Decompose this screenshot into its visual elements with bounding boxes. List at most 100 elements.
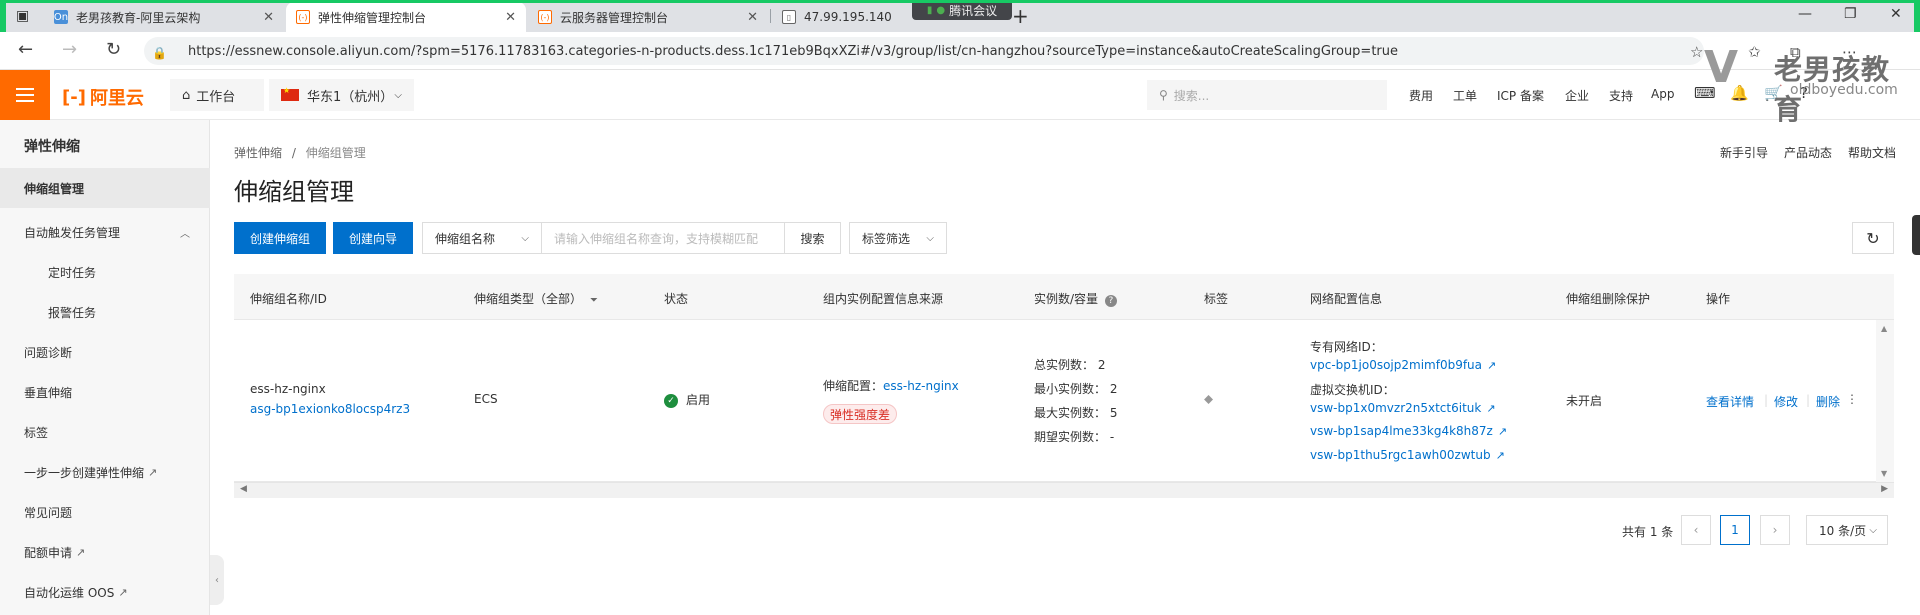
sidebar-item-auto-tasks[interactable]: 自动触发任务管理 ︿ [0,212,210,252]
prev-page-button[interactable]: ‹ [1681,515,1711,545]
vpc-link[interactable]: vpc-bp1jo0sojp2mimf0b9fua ↗ [1310,358,1496,372]
delete-link[interactable]: 删除 [1816,393,1840,410]
nav-link-app[interactable]: App [1651,87,1674,101]
tag-filter-select[interactable]: 标签筛选 ⌵ [849,222,947,254]
tag-icon[interactable]: ⬥ [1204,392,1213,407]
nav-link-tickets[interactable]: 工单 [1453,87,1477,104]
sidebar-item-oos[interactable]: 自动化运维 OOS ↗ [0,572,210,612]
browser-tab-2[interactable]: (-) 弹性伸缩管理控制台 ✕ [286,2,526,32]
meeting-indicator[interactable]: ▮ ● 腾讯会议 [912,0,1012,20]
col-group-type[interactable]: 伸缩组类型（全部） ⏷ [474,290,598,307]
sidebar-item-label: 自动触发任务管理 [24,225,121,240]
table-vertical-scrollbar[interactable]: ▲ ▼ [1876,320,1894,482]
nav-link-icp[interactable]: ICP 备案 [1497,87,1544,104]
vsw-id: vsw-bp1thu5rgc1awh00zwtub [1310,448,1491,462]
workbench-button[interactable]: ⌂ 工作台 [170,79,264,111]
chevron-down-icon: ⌵ [394,89,402,101]
sidebar-item-label: 垂直伸缩 [24,385,73,400]
tab-title: 弹性伸缩管理控制台 [318,10,427,25]
reload-icon[interactable]: ↻ [106,41,121,59]
scroll-left-icon[interactable]: ◀ [240,484,247,494]
link-help-docs[interactable]: 帮助文档 [1848,144,1896,161]
url-field[interactable]: https://essnew.console.aliyun.com/?spm=5… [144,37,1704,65]
sidebar-collapse-button[interactable]: ‹ [210,555,224,605]
view-details-link[interactable]: 查看详情 [1706,393,1754,410]
add-favorite-icon[interactable]: ☆ [1690,43,1703,61]
vsw-link-3[interactable]: vsw-bp1thu5rgc1awh00zwtub ↗ [1310,448,1505,462]
filter-field-select[interactable]: 伸缩组名称 ⌵ [422,222,542,254]
table-horizontal-scrollbar[interactable]: ◀ ▶ [234,482,1894,498]
external-link-icon: ↗ [1486,402,1496,415]
next-page-button[interactable]: › [1760,515,1790,545]
more-actions-icon[interactable]: ⋮ [1846,392,1858,406]
create-wizard-button[interactable]: 创建向导 [333,222,413,254]
console-search-input[interactable]: ⚲ 搜索... [1147,80,1387,110]
sidebar-item-diagnosis[interactable]: 问题诊断 [0,332,210,372]
browser-tab-1[interactable]: On 老男孩教育-阿里云架构 ✕ [44,2,284,32]
workbench-label: 工作台 [196,89,236,105]
tab-favicon-icon: On [53,10,69,24]
search-placeholder: 搜索... [1173,88,1210,103]
help-icon[interactable]: ? [1104,295,1117,307]
sidebar-item-label: 配额申请 [24,545,73,560]
nav-link-support[interactable]: 支持 [1609,87,1633,104]
browser-tab-3[interactable]: (-) 云服务器管理控制台 ✕ [528,2,768,32]
scroll-up-icon[interactable]: ▲ [1881,324,1887,333]
sidebar-item-alarm-tasks[interactable]: 报警任务 [0,292,210,332]
vsw-link-2[interactable]: vsw-bp1sap4lme33kg4k8h87z ↗ [1310,424,1507,438]
new-tab-icon[interactable]: + [1012,4,1029,28]
tab-actions-icon[interactable]: ▣ [16,8,29,24]
group-id-link[interactable]: asg-bp1exionko8locsp4rz3 [250,402,410,416]
sidebar-item-scheduled-tasks[interactable]: 定时任务 [0,252,210,292]
edit-link[interactable]: 修改 [1774,393,1798,410]
home-icon: ⌂ [182,87,191,103]
col-actions: 操作 [1706,292,1731,306]
vsw-link-1[interactable]: vsw-bp1x0mvzr2n5xtct6ituk ↗ [1310,401,1496,415]
close-icon[interactable]: ✕ [505,10,516,25]
page-size-select[interactable]: 10 条/页 ⌵ [1806,515,1888,545]
breadcrumb-root[interactable]: 弹性伸缩 [234,146,282,160]
refresh-button[interactable]: ↻ [1852,222,1894,254]
watermark-logo-icon: V [1704,42,1739,93]
link-beginner-guide[interactable]: 新手引导 [1720,144,1768,161]
close-icon[interactable]: ✕ [263,10,274,25]
elastic-strength-tag[interactable]: 弹性强度差 [823,404,898,424]
sidebar-item-scaling-groups[interactable]: 伸缩组管理 [0,168,210,208]
scroll-right-icon[interactable]: ▶ [1881,484,1888,494]
breadcrumb-current: 伸缩组管理 [305,146,366,160]
search-input[interactable]: 请输入伸缩组名称查询，支持模糊匹配 [541,222,785,254]
region-label: 华东1（杭州） [307,89,394,105]
col-config-source: 组内实例配置信息来源 [823,292,944,306]
region-selector[interactable]: 华东1（杭州） ⌵ [269,79,414,111]
aliyun-logo-icon: [-] [62,86,86,108]
nav-link-fees[interactable]: 费用 [1409,87,1433,104]
nav-link-enterprise[interactable]: 企业 [1565,87,1589,104]
desired-instances: 期望实例数： - [1034,430,1115,444]
minimize-icon[interactable]: — [1798,6,1812,22]
config-link[interactable]: ess-hz-nginx [883,379,959,393]
breadcrumb-separator: / [291,146,296,160]
sidebar-item-quota[interactable]: 配额申请 ↗ [0,532,210,572]
create-scaling-group-button[interactable]: 创建伸缩组 [234,222,326,254]
maximize-icon[interactable]: ❐ [1844,6,1857,22]
close-icon[interactable]: ✕ [747,10,758,25]
filter-icon[interactable]: ⏷ [590,295,598,306]
back-icon[interactable]: ← [18,41,33,59]
lock-icon[interactable]: 🔒 [152,46,167,60]
search-button[interactable]: 搜索 [785,222,841,254]
scroll-down-icon[interactable]: ▼ [1881,469,1887,478]
side-drawer-handle[interactable] [1912,215,1920,255]
forward-icon[interactable]: → [62,41,77,59]
link-product-news[interactable]: 产品动态 [1784,144,1832,161]
sidebar-item-tags[interactable]: 标签 [0,412,210,452]
chevron-down-icon: ⌵ [1869,524,1877,536]
page-button-current[interactable]: 1 [1720,515,1750,545]
window-close-icon[interactable]: ✕ [1890,6,1902,22]
menu-icon[interactable] [0,70,50,120]
china-flag-icon [281,86,299,101]
aliyun-logo[interactable]: [-] 阿里云 [62,84,144,110]
sidebar-item-vertical-scaling[interactable]: 垂直伸缩 [0,372,210,412]
sidebar-item-faq[interactable]: 常见问题 [0,492,210,532]
sidebar-item-step-by-step[interactable]: 一步一步创建弹性伸缩 ↗ [0,452,210,492]
tag-filter-label: 标签筛选 [862,231,911,246]
